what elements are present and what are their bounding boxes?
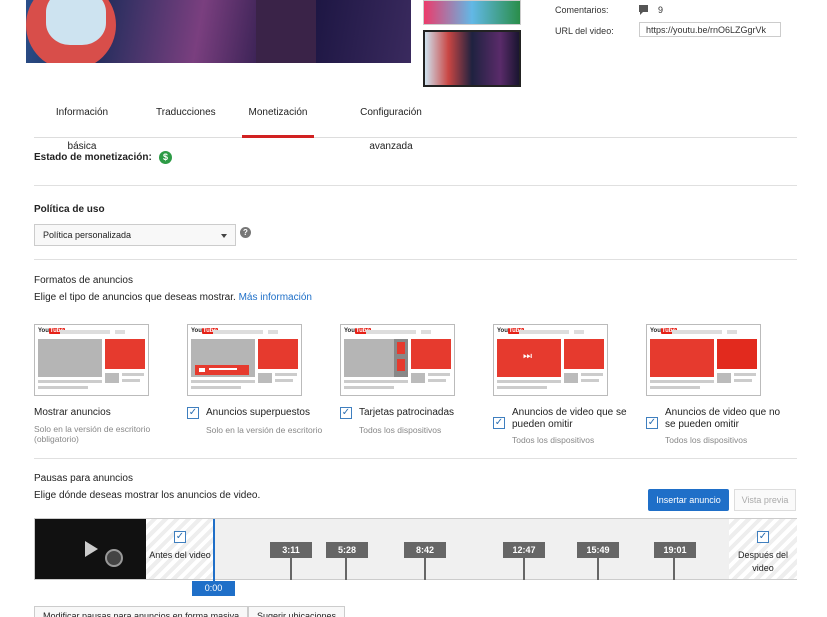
ad-break-marker-line [673,558,675,580]
ad-break-marker[interactable]: 15:49 [577,542,619,558]
ad-formats-title: Formatos de anuncios [34,275,133,286]
checkbox-overlay-ads[interactable]: ✓ [187,407,199,419]
ad-break-marker-line [523,558,525,580]
divider [34,185,797,186]
ad-break-marker[interactable]: 12:47 [503,542,545,558]
video-url-field[interactable]: https://youtu.be/rnO6LZGgrVk [639,22,781,37]
chevron-down-icon [221,234,227,238]
dollar-icon: $ [159,151,172,164]
usage-policy-select[interactable]: Política personalizada [34,224,236,246]
checkbox-skippable-video-ads[interactable]: ✓ [493,417,505,429]
suggest-locations-button[interactable]: Sugerir ubicaciones [248,606,346,617]
format-label-sponsored: Tarjetas patrocinadas [359,407,455,418]
insert-ad-button[interactable]: Insertar anuncio [648,489,729,511]
ad-break-marker-line [597,558,599,580]
monetization-status-label: Estado de monetización: [34,152,152,163]
comments-label: Comentarios: [555,5,609,15]
format-label-overlay: Anuncios superpuestos [206,407,310,418]
help-icon[interactable]: ? [240,227,251,238]
video-thumbnail[interactable] [35,519,146,579]
tab-basic-info[interactable]: Información básica [43,96,121,152]
checkbox-post-roll[interactable]: ✓ [757,531,769,543]
usage-policy-title: Política de uso [34,204,105,215]
ad-breaks-title: Pausas para anuncios [34,473,133,484]
pre-roll-slot: ✓ Antes del video [146,519,214,579]
video-preview [26,0,411,63]
tab-translations[interactable]: Traducciones [156,96,216,138]
comment-icon [639,5,648,15]
ad-break-marker[interactable]: 3:11 [270,542,312,558]
ad-breaks-subtitle: Elige dónde deseas mostrar los anuncios … [34,490,261,501]
format-label-display: Mostrar anuncios [34,407,111,418]
usage-policy-selected: Política personalizada [43,230,132,240]
checkbox-sponsored-cards[interactable]: ✓ [340,407,352,419]
format-sub-overlay: Solo en la versión de escritorio [206,425,323,435]
ad-break-marker[interactable]: 8:42 [404,542,446,558]
tab-bar: Información básica Traducciones Monetiza… [34,96,797,152]
ad-break-timeline[interactable]: ✓ Antes del video ✓ Después del video 3:… [34,518,797,587]
thumbnail-option-2-selected[interactable] [423,30,521,87]
bulk-edit-ad-breaks-button[interactable]: Modificar pausas para anuncios en forma … [34,606,249,617]
checkbox-non-skippable-video-ads[interactable]: ✓ [646,417,658,429]
ad-formats-subtitle: Elige el tipo de anuncios que deseas mos… [34,292,312,303]
thumbnail-option-1[interactable] [423,0,521,25]
display-ads-illustration: YouTube [34,324,149,396]
url-label: URL del video: [555,26,614,36]
play-icon[interactable] [85,541,98,557]
divider [34,259,797,260]
ad-break-marker-line [424,558,426,580]
post-roll-slot: ✓ Después del video [729,519,797,579]
post-roll-label: Después del video [737,550,789,573]
tab-monetization[interactable]: Monetización [242,96,314,138]
ad-break-marker-line [345,558,347,580]
format-sub-sponsored: Todos los dispositivos [359,425,442,435]
format-sub-non-skippable: Todos los dispositivos [665,435,748,445]
non-skippable-video-ads-illustration: YouTube [646,324,761,396]
playhead[interactable] [213,519,215,587]
ad-break-marker-line [290,558,292,580]
preview-button[interactable]: Vista previa [734,489,796,511]
pre-roll-label: Antes del video [149,550,211,560]
format-label-skippable: Anuncios de video que se pueden omitir [512,407,627,430]
ad-break-marker[interactable]: 19:01 [654,542,696,558]
sponsored-cards-illustration: YouTube [340,324,455,396]
format-sub-skippable: Todos los dispositivos [512,435,595,445]
tab-advanced-settings[interactable]: Configuración avanzada [342,96,440,152]
mascot-image [105,549,123,567]
comments-count: 9 [658,5,664,15]
checkbox-pre-roll[interactable]: ✓ [174,531,186,543]
playhead-time: 0:00 [192,581,235,596]
overlay-ads-illustration: YouTube [187,324,302,396]
divider [34,458,797,459]
skippable-video-ads-illustration: YouTube ⏭ [493,324,608,396]
more-info-link[interactable]: Más información [239,292,312,303]
format-label-non-skippable: Anuncios de video que no se pueden omiti… [665,407,781,430]
format-sub-display: Solo en la versión de escritorio (obliga… [34,424,151,444]
ad-break-marker[interactable]: 5:28 [326,542,368,558]
